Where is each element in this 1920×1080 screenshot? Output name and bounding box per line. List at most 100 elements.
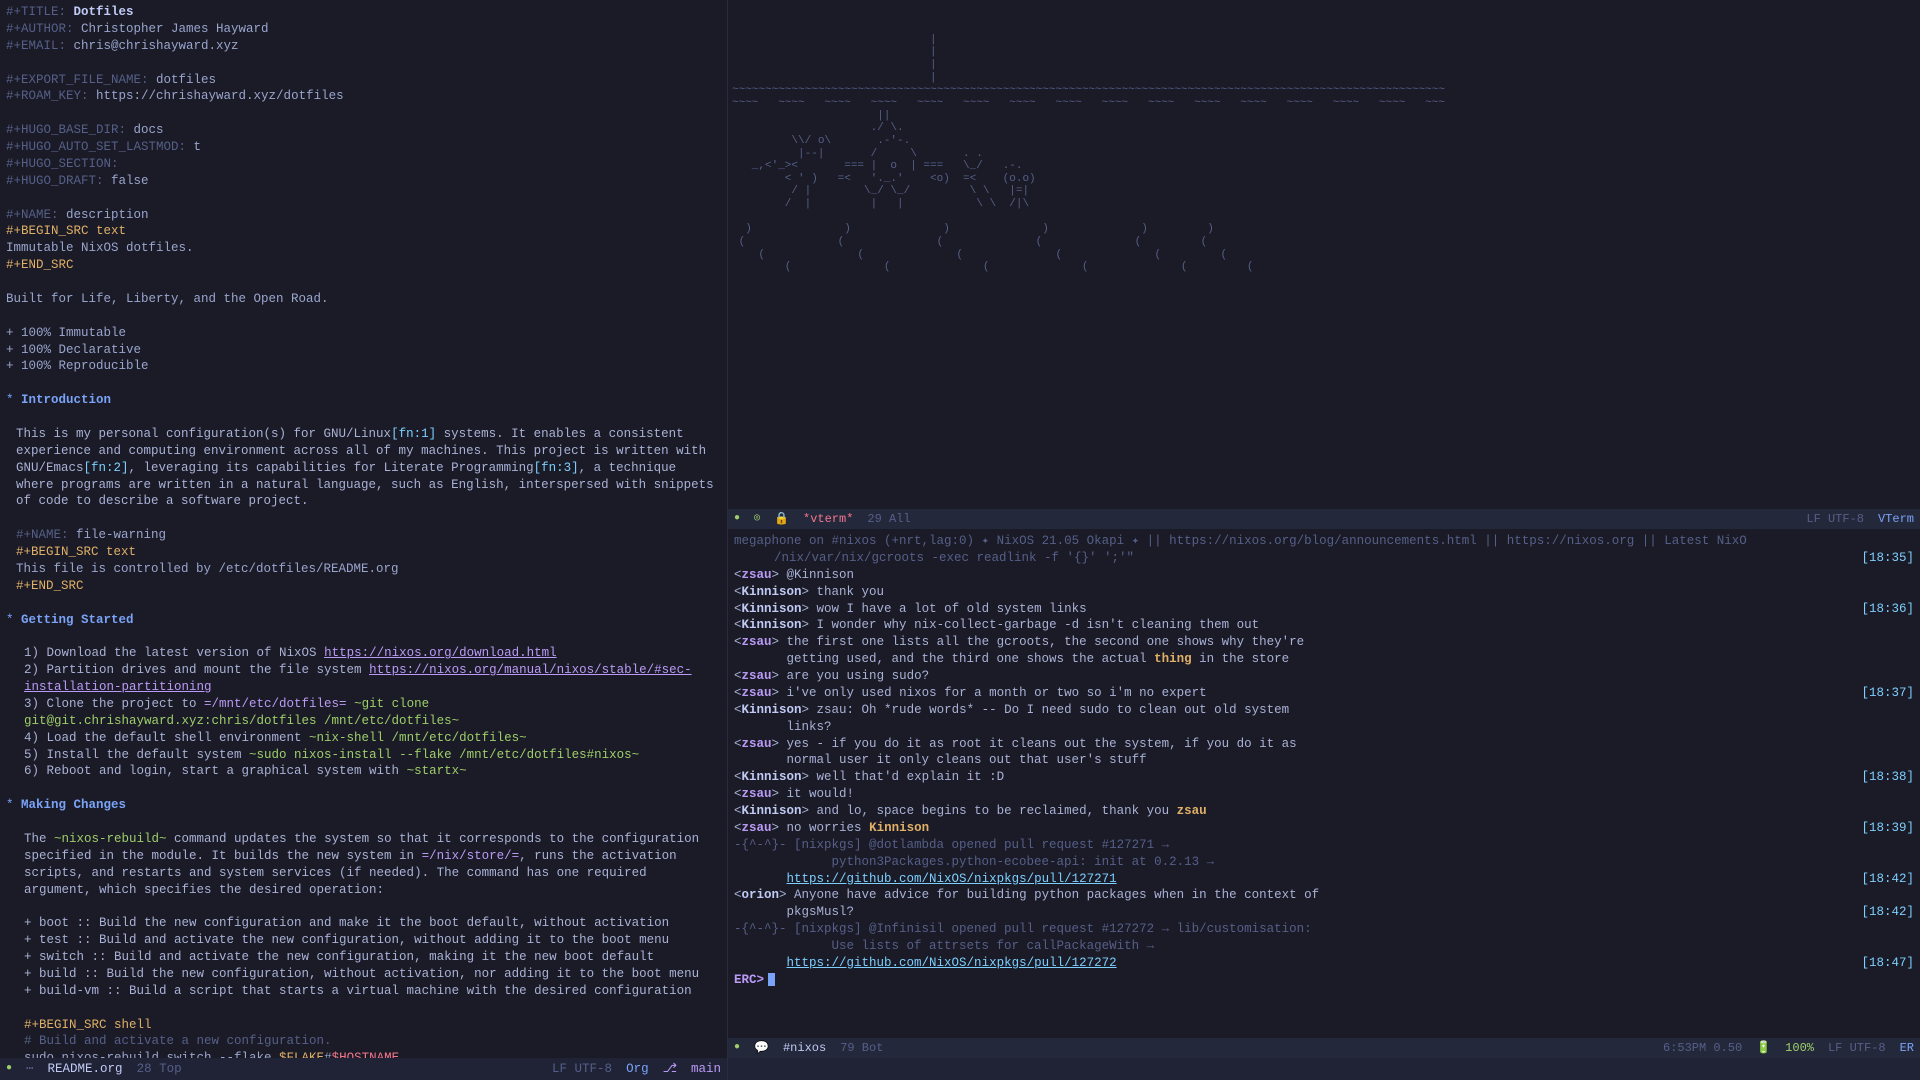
- org-star-icon: *: [6, 613, 21, 627]
- irc-msg: <Kinnison> I wonder why nix-collect-garb…: [734, 617, 1914, 634]
- org-position: 28 Top: [137, 1061, 182, 1078]
- irc-msg: <Kinnison> well that'd explain it :D[18:…: [734, 769, 1914, 786]
- folder-icon: ⋯: [26, 1061, 34, 1078]
- irc-topic-2: /nix/var/nix/gcroots -exec readlink -f '…: [734, 550, 1914, 567]
- org-hugolastmod-kw: #+HUGO_AUTO_SET_LASTMOD:: [6, 140, 186, 154]
- org-author-kw: #+AUTHOR:: [6, 22, 74, 36]
- irc-pr-link[interactable]: https://github.com/NixOS/nixpkgs/pull/12…: [787, 956, 1117, 970]
- org-name-fw-kw: #+NAME:: [16, 528, 69, 542]
- org-email-val: chris@chrishayward.xyz: [74, 39, 239, 53]
- footnote-3[interactable]: [fn:3]: [534, 461, 579, 475]
- org-export-val: dotfiles: [156, 73, 216, 87]
- org-modeline: ● ⋯ README.org 28 Top LF UTF-8 Org ⎇ mai…: [0, 1058, 728, 1080]
- org-buffer[interactable]: #+TITLE: Dotfiles #+AUTHOR: Christopher …: [0, 0, 728, 1058]
- chat-icon: 💬: [754, 1040, 769, 1056]
- irc-modeline: ● 💬 #nixos 79 Bot 6:53PM 0.50 🔋 100% LF …: [728, 1038, 1920, 1058]
- status-dot-icon: ●: [734, 1041, 740, 1055]
- footnote-2[interactable]: [fn:2]: [84, 461, 129, 475]
- org-name-desc-kw: #+NAME:: [6, 208, 59, 222]
- heading-getting-started[interactable]: Getting Started: [21, 613, 134, 627]
- org-encoding: LF UTF-8: [552, 1061, 612, 1078]
- heading-making-changes[interactable]: Making Changes: [21, 798, 126, 812]
- org-end-src-1: #+END_SRC: [6, 257, 721, 274]
- org-email-kw: #+EMAIL:: [6, 39, 66, 53]
- lock-icon: 🔒: [774, 511, 789, 527]
- cursor-icon: [768, 973, 775, 986]
- org-hugosection-kw: #+HUGO_SECTION:: [6, 157, 119, 171]
- vterm-buffer[interactable]: | | | | ~~~~~~~~~~~~~~~~~~~~~~~~~~~~~~~~…: [728, 0, 1920, 509]
- irc-bot-msg: Use lists of attrsets for callPackageWit…: [734, 938, 1914, 955]
- org-title-val: Dotfiles: [74, 5, 134, 19]
- status-dot-icon: ●: [6, 1062, 12, 1076]
- irc-msg: <Kinnison> zsau: Oh *rude words* -- Do I…: [734, 702, 1914, 719]
- gs-step-4: 4) Load the default shell environment ~n…: [6, 730, 721, 747]
- org-begin-src-shell: #+BEGIN_SRC shell: [6, 1017, 721, 1034]
- irc-msg: <zsau> yes - if you do it as root it cle…: [734, 736, 1914, 753]
- org-hugobase-kw: #+HUGO_BASE_DIR:: [6, 123, 126, 137]
- mc-bullet-boot: + boot :: Build the new configuration an…: [6, 915, 721, 932]
- gs-step-5: 5) Install the default system ~sudo nixo…: [6, 747, 721, 764]
- vterm-modeline: ● ◎ 🔒 *vterm* 29 All LF UTF-8 VTerm: [728, 509, 1920, 529]
- irc-prompt: ERC>: [734, 973, 764, 987]
- irc-position: 79 Bot: [840, 1040, 883, 1056]
- irc-msg: <zsau> @Kinnison: [734, 567, 1914, 584]
- vterm-encoding: LF UTF-8: [1806, 511, 1864, 527]
- mc-paragraph: The ~nixos-rebuild~ command updates the …: [6, 831, 721, 899]
- link-nixos-download[interactable]: https://nixos.org/download.html: [324, 646, 557, 660]
- org-roam-kw: #+ROAM_KEY:: [6, 89, 89, 103]
- gs-step-3: 3) Clone the project to =/mnt/etc/dotfil…: [6, 696, 721, 730]
- ascii-aquarium: | | | | ~~~~~~~~~~~~~~~~~~~~~~~~~~~~~~~~…: [732, 34, 1916, 274]
- irc-msg: normal user it only cleans out that user…: [734, 752, 1914, 769]
- org-bullet-1: + 100% Immutable: [6, 325, 721, 342]
- org-mc-comment: # Build and activate a new configuration…: [6, 1033, 721, 1050]
- irc-msg: <zsau> the first one lists all the gcroo…: [734, 634, 1914, 651]
- org-bullet-3: + 100% Reproducible: [6, 358, 721, 375]
- irc-bot-msg: python3Packages.python-ecobee-api: init …: [734, 854, 1914, 871]
- org-begin-src-text-2: #+BEGIN_SRC text: [6, 544, 721, 561]
- org-roam-val: https://chrishayward.xyz/dotfiles: [96, 89, 344, 103]
- org-star-icon: *: [6, 798, 21, 812]
- org-hugodraft-kw: #+HUGO_DRAFT:: [6, 174, 104, 188]
- org-title-kw: #+TITLE:: [6, 5, 66, 19]
- irc-msg: <Kinnison> wow I have a lot of old syste…: [734, 601, 1914, 618]
- git-branch[interactable]: main: [691, 1061, 721, 1078]
- org-tagline: Built for Life, Liberty, and the Open Ro…: [6, 291, 721, 308]
- irc-bot-msg: -{^-^}- [nixpkgs] @dotlambda opened pull…: [734, 837, 1914, 854]
- irc-bot-msg: https://github.com/NixOS/nixpkgs/pull/12…: [734, 871, 1914, 888]
- irc-bot-msg: -{^-^}- [nixpkgs] @Infinisil opened pull…: [734, 921, 1914, 938]
- irc-pr-link[interactable]: https://github.com/NixOS/nixpkgs/pull/12…: [787, 872, 1117, 886]
- org-export-kw: #+EXPORT_FILE_NAME:: [6, 73, 149, 87]
- gs-step-1: 1) Download the latest version of NixOS …: [6, 645, 721, 662]
- irc-msg: links?: [734, 719, 1914, 736]
- org-author-val: Christopher James Hayward: [81, 22, 269, 36]
- clock-time: 6:53PM 0.50: [1663, 1040, 1742, 1056]
- irc-buffer[interactable]: megaphone on #nixos (+nrt,lag:0) ✦ NixOS…: [728, 529, 1920, 1038]
- bottom-modeline-row: ● ⋯ README.org 28 Top LF UTF-8 Org ⎇ mai…: [0, 1058, 1920, 1080]
- irc-msg: <zsau> it would!: [734, 786, 1914, 803]
- irc-bot-msg: https://github.com/NixOS/nixpkgs/pull/12…: [734, 955, 1914, 972]
- heading-introduction[interactable]: Introduction: [21, 393, 111, 407]
- org-buffer-name[interactable]: README.org: [48, 1061, 123, 1078]
- irc-msg: getting used, and the third one shows th…: [734, 651, 1914, 668]
- irc-msg: <zsau> no worries Kinnison[18:39]: [734, 820, 1914, 837]
- irc-prompt-line[interactable]: ERC>: [734, 972, 1914, 989]
- circle-icon: ◎: [754, 512, 760, 526]
- org-bullet-2: + 100% Declarative: [6, 342, 721, 359]
- mc-bullet-buildvm: + build-vm :: Build a script that starts…: [6, 983, 721, 1000]
- footnote-1[interactable]: [fn:1]: [391, 427, 436, 441]
- gs-step-6: 6) Reboot and login, start a graphical s…: [6, 763, 721, 780]
- gs-step-2: 2) Partition drives and mount the file s…: [6, 662, 721, 696]
- irc-msg: <zsau> i've only used nixos for a month …: [734, 685, 1914, 702]
- mc-bullet-switch: + switch :: Build and activate the new c…: [6, 949, 721, 966]
- mc-bullet-build: + build :: Build the new configuration, …: [6, 966, 721, 983]
- org-end-src-2: #+END_SRC: [6, 578, 721, 595]
- git-branch-icon: ⎇: [663, 1061, 677, 1078]
- vterm-buffer-name[interactable]: *vterm*: [803, 511, 853, 527]
- org-fw-body: This file is controlled by /etc/dotfiles…: [6, 561, 721, 578]
- minibuffer[interactable]: [728, 1058, 1920, 1080]
- irc-buffer-name[interactable]: #nixos: [783, 1040, 826, 1056]
- battery-icon: 🔋: [1756, 1040, 1771, 1056]
- org-mc-cmd-line: sudo nixos-rebuild switch --flake $FLAKE…: [6, 1050, 721, 1058]
- irc-timestamp: [18:35]: [1861, 550, 1914, 567]
- irc-msg-orion: <orion> Anyone have advice for building …: [734, 887, 1914, 904]
